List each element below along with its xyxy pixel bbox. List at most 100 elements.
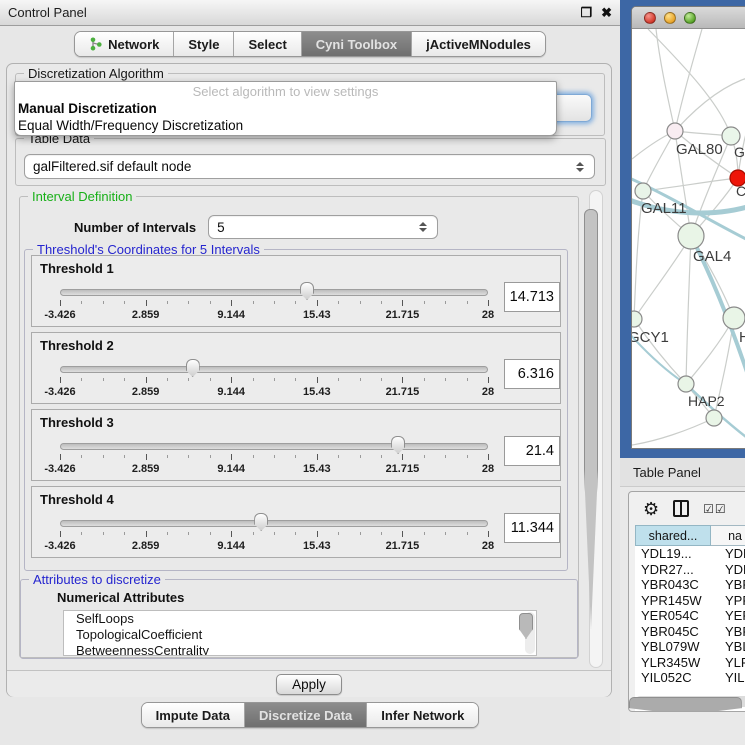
tab-label: Impute Data (156, 708, 230, 723)
threshold-panel: Threshold 4 -3.4262.8599.14415.4321.7152… (31, 486, 561, 558)
tick-label: 21.715 (386, 463, 420, 475)
threshold-slider[interactable]: -3.4262.8599.14415.4321.71528 (60, 357, 488, 401)
table-row[interactable]: YLR345WYLR3 (635, 655, 745, 671)
slider-tick-labels: -3.4262.8599.14415.4321.71528 (60, 309, 488, 321)
float-window-icon[interactable]: ❐ (580, 6, 592, 19)
tab-jactivemnodules[interactable]: jActiveMNodules (412, 32, 545, 56)
slider-tick-labels: -3.4262.8599.14415.4321.71528 (60, 540, 488, 552)
minimize-button[interactable] (664, 12, 676, 24)
slider-thumb[interactable] (186, 359, 200, 377)
network-canvas[interactable]: GAL80GACGAL11GAL4GCY1HHAP2 (632, 29, 745, 448)
network-edge[interactable] (675, 77, 745, 131)
network-edge[interactable] (648, 29, 731, 136)
network-edge[interactable] (675, 29, 702, 131)
tab-discretize-data[interactable]: Discretize Data (245, 703, 367, 727)
network-node-hap2[interactable] (678, 376, 694, 392)
network-graph[interactable]: GAL80GACGAL11GAL4GCY1HHAP2 (632, 29, 745, 448)
table-row[interactable]: YBL079WYBL0 (635, 639, 745, 655)
slider-track[interactable] (60, 520, 488, 527)
attribute-item-topologicalcoefficient[interactable]: TopologicalCoefficient (76, 627, 536, 643)
table-data-combo[interactable]: galFiltered.sif default node (24, 154, 595, 179)
table-row[interactable]: YDR27...YDR2 (635, 562, 745, 578)
cell-shared-name: YDL19... (635, 546, 711, 562)
tab-infer-network[interactable]: Infer Network (367, 703, 478, 727)
table-row[interactable]: YPR145WYPR1 (635, 593, 745, 609)
tab-style[interactable]: Style (174, 32, 234, 56)
network-edge[interactable] (643, 178, 738, 191)
slider-thumb[interactable] (391, 436, 405, 454)
threshold-slider[interactable]: -3.4262.8599.14415.4321.71528 (60, 511, 488, 555)
threshold-slider[interactable]: -3.4262.8599.14415.4321.71528 (60, 434, 488, 478)
slider-track[interactable] (60, 289, 488, 296)
slider-track[interactable] (60, 366, 488, 373)
network-edge[interactable] (634, 236, 691, 319)
attributes-list-scrollbar[interactable] (525, 612, 535, 654)
tab-select[interactable]: Select (234, 32, 301, 56)
threshold-value-field[interactable]: 11.344 (504, 513, 560, 543)
column-header-name[interactable]: na (711, 525, 745, 546)
threshold-panel: Threshold 2 -3.4262.8599.14415.4321.7152… (31, 332, 561, 404)
network-node-ga[interactable] (722, 127, 740, 145)
table-row[interactable]: YBR043CYBR0 (635, 577, 745, 593)
interval-definition-group: Interval Definition Number of Intervals … (19, 196, 579, 658)
cell-shared-name: YBL079W (635, 639, 711, 655)
algorithm-option-manual-discretization[interactable]: Manual Discretization (15, 100, 556, 117)
attribute-item-betweennesscentrality[interactable]: BetweennessCentrality (76, 643, 536, 656)
spinner-arrows-icon[interactable] (419, 222, 429, 232)
network-node-h[interactable] (723, 307, 745, 329)
slider-thumb[interactable] (300, 282, 314, 300)
threshold-value-field[interactable]: 6.316 (504, 359, 560, 389)
settings-scroll-area: Interval Definition Number of Intervals … (11, 190, 603, 668)
table-horizontal-scrollbar[interactable] (635, 696, 745, 707)
tick-label: 28 (482, 540, 494, 552)
network-node-gal80[interactable] (667, 123, 683, 139)
table-row[interactable]: YIL052CYIL0 (635, 670, 745, 686)
network-node-gcy1[interactable] (632, 311, 642, 327)
table-row[interactable]: YDL19...YDL1 (635, 546, 745, 562)
column-header-shared-name[interactable]: shared... (635, 525, 711, 546)
close-button[interactable] (644, 12, 656, 24)
algorithm-option-equal-width-frequency-discretization[interactable]: Equal Width/Frequency Discretization (15, 117, 556, 134)
slider-track[interactable] (60, 443, 488, 450)
number-of-intervals-spinner[interactable]: 5 (208, 215, 438, 239)
close-window-icon[interactable]: ✖ (601, 6, 612, 19)
network-edge[interactable] (686, 236, 691, 384)
threshold-value-field[interactable]: 21.4 (504, 436, 560, 466)
attribute-item-selfloops[interactable]: SelfLoops (76, 611, 536, 627)
cell-name: YDL1 (711, 546, 745, 562)
algorithm-dropdown-popup: Select algorithm to view settings Manual… (14, 81, 557, 136)
tab-network[interactable]: Network (75, 32, 174, 56)
threshold-label: Threshold 4 (40, 492, 114, 507)
discretization-algorithm-title: Discretization Algorithm (24, 66, 168, 81)
tab-impute-data[interactable]: Impute Data (142, 703, 245, 727)
node-table[interactable]: shared... na YDL19...YDL1YDR27...YDR2YBR… (635, 525, 745, 711)
zoom-button[interactable] (684, 12, 696, 24)
gear-icon[interactable]: ⚙ (643, 500, 659, 518)
node-label-hap2: HAP2 (688, 393, 725, 409)
numerical-attributes-list[interactable]: SelfLoopsTopologicalCoefficientBetweenne… (63, 610, 537, 656)
table-row[interactable]: YER054CYER0 (635, 608, 745, 624)
tick-label: 2.859 (132, 386, 160, 398)
slider-thumb[interactable] (254, 513, 268, 531)
network-edge[interactable] (686, 318, 734, 384)
combo-spinner-arrows-icon[interactable] (576, 162, 586, 172)
table-row[interactable]: YBR045CYBR0 (635, 624, 745, 640)
apply-button[interactable]: Apply (276, 674, 342, 695)
network-icon (89, 37, 102, 51)
cell-name: YBL0 (711, 639, 745, 655)
network-edge[interactable] (656, 29, 675, 131)
threshold-slider[interactable]: -3.4262.8599.14415.4321.71528 (60, 280, 488, 324)
node-label-ga: GA (734, 144, 745, 160)
split-columns-icon[interactable] (673, 500, 689, 517)
network-node[interactable] (706, 410, 722, 426)
threshold-value-field[interactable]: 14.713 (504, 282, 560, 312)
network-node-gal4[interactable] (678, 223, 704, 249)
network-edge[interactable] (632, 418, 714, 445)
table-toolbar: ⚙ ☑☑ (629, 492, 745, 525)
slider-ticks (60, 300, 488, 307)
network-node-gal11[interactable] (635, 183, 651, 199)
tab-cyni-toolbox[interactable]: Cyni Toolbox (302, 32, 412, 56)
settings-vertical-scrollbar[interactable] (589, 190, 603, 668)
algorithm-placeholder-option[interactable]: Select algorithm to view settings (15, 83, 556, 100)
checkbox-icons[interactable]: ☑☑ (703, 502, 727, 516)
